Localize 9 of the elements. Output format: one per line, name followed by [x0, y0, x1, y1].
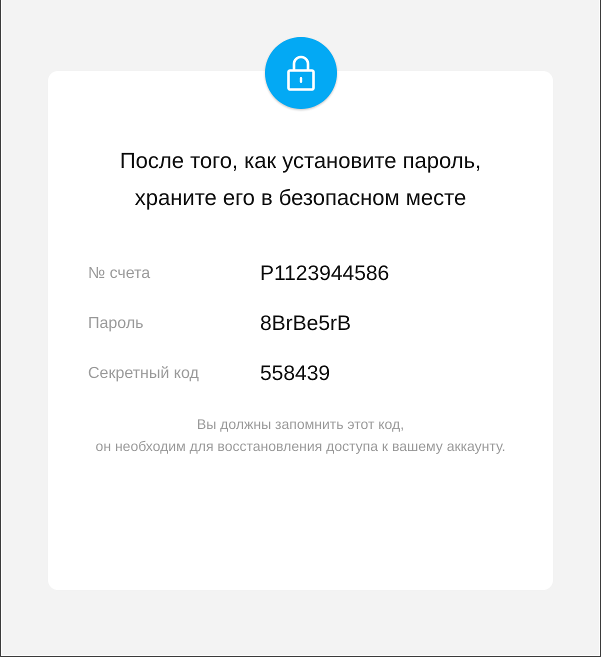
field-value: P1123944586: [260, 262, 390, 286]
field-value: 8BrBe5rB: [260, 312, 352, 336]
heading: После того, как установите пароль, храните его в безопасном месте: [118, 147, 482, 212]
lock-icon: [286, 54, 316, 92]
field-label: Пароль: [88, 315, 145, 333]
field-label: № счета: [88, 265, 152, 283]
hint-text: Вы должны запомнить этот код, он необходим для восстановления доступа к вашему аккаунту.: [94, 415, 506, 456]
field-value: 558439: [260, 362, 330, 386]
field-label: Секретный код: [88, 365, 200, 383]
